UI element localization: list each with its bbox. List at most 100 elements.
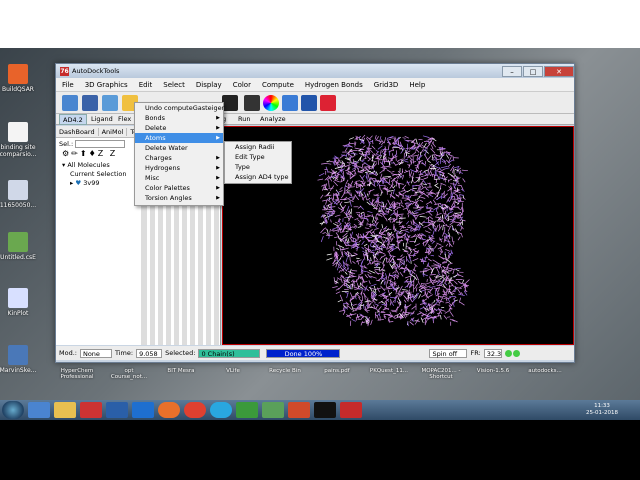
- tab-analyze[interactable]: Analyze: [257, 114, 289, 125]
- menu-color[interactable]: Color: [233, 81, 251, 89]
- atoms-menu-item-edit-type[interactable]: Edit Type: [225, 152, 291, 162]
- word-icon[interactable]: [106, 402, 128, 418]
- display-icon[interactable]: [244, 95, 260, 111]
- submenu-arrow-icon: ▶: [216, 175, 220, 181]
- edit-menu-item-misc[interactable]: Misc ▶: [135, 173, 223, 183]
- menu-3d-graphics[interactable]: 3D Graphics: [85, 81, 128, 89]
- atoms-menu-item-type[interactable]: Type: [225, 162, 291, 172]
- menu-grid3d[interactable]: Grid3D: [374, 81, 399, 89]
- menu-hydrogen-bonds[interactable]: Hydrogen Bonds: [305, 81, 363, 89]
- edit-menu-item-hydrogens[interactable]: Hydrogens ▶: [135, 163, 223, 173]
- menu-edit[interactable]: Edit: [139, 81, 153, 89]
- menu-select[interactable]: Select: [163, 81, 185, 89]
- atoms-menu-item-assign-ad4-type[interactable]: Assign AD4 type: [225, 172, 291, 182]
- submenu-arrow-icon: ▶: [216, 185, 220, 191]
- tab-ligand[interactable]: Ligand: [88, 114, 116, 125]
- submenu-arrow-icon: ▶: [216, 115, 220, 121]
- menubar: File 3D Graphics Edit Select Display Color Com…: [56, 78, 574, 92]
- explorer-icon[interactable]: [54, 402, 76, 418]
- autodocktools-window: 76 AutoDockTools – □ ✕ File 3D Graphics Ed…: [55, 63, 575, 363]
- edit-menu-item-atoms[interactable]: Atoms ▶: [135, 133, 223, 143]
- ie2-icon[interactable]: [132, 402, 154, 418]
- tab-ad42[interactable]: AD4.2: [59, 114, 87, 125]
- desktop-shortcut-label[interactable]: pains.pdf: [315, 368, 359, 398]
- skype-icon[interactable]: [210, 402, 232, 418]
- spin-select[interactable]: Spin off: [429, 348, 468, 358]
- desktop-icon[interactable]: Untitled.csE: [0, 232, 40, 261]
- mod-label: Mod.:: [59, 349, 77, 357]
- hydrogen-icon[interactable]: [282, 95, 298, 111]
- letterbox-bottom: [0, 420, 640, 480]
- sel-input[interactable]: [75, 140, 126, 148]
- desktop-icon[interactable]: binding site comparsio...: [0, 122, 40, 158]
- atoms-menu-item-assign-radii[interactable]: Assign Radii: [225, 142, 291, 152]
- tab-dashboard[interactable]: DashBoard: [56, 127, 99, 136]
- menu-file[interactable]: File: [62, 81, 74, 89]
- time-value: 9.058: [136, 348, 163, 358]
- tab-flex[interactable]: Flex: [115, 114, 134, 125]
- powerpoint-icon[interactable]: [288, 402, 310, 418]
- maximize-button[interactable]: □: [523, 65, 543, 77]
- edit-menu-item-delete[interactable]: Delete ▶: [135, 123, 223, 133]
- app-icon: [8, 232, 28, 252]
- edit-menu-item-delete-water[interactable]: Delete Water: [135, 143, 223, 153]
- edit-menu: Undo computeGasteiger Bonds ▶ Delete ▶ Atoms ▶…: [134, 102, 224, 206]
- close-button[interactable]: ✕: [544, 65, 574, 77]
- molecule-icon[interactable]: [320, 95, 336, 111]
- desktop-shortcut-label[interactable]: Recycle Bin: [263, 368, 307, 398]
- save-icon[interactable]: [82, 95, 98, 111]
- camtasia-icon[interactable]: [236, 402, 258, 418]
- edit-menu-item-charges[interactable]: Charges ▶: [135, 153, 223, 163]
- edit-menu-item-color-palettes[interactable]: Color Palettes ▶: [135, 183, 223, 193]
- minimize-button[interactable]: –: [502, 65, 522, 77]
- desktop-shortcut-label[interactable]: PKQuest_11...: [367, 368, 411, 398]
- desktop-shortcut-label[interactable]: MOPAC201... - Shortcut: [419, 368, 463, 398]
- desktop-icon[interactable]: MarvinSke...: [0, 345, 40, 374]
- selected-value: 0 Chain(s): [198, 348, 261, 358]
- edit-menu-item-bonds[interactable]: Bonds ▶: [135, 113, 223, 123]
- start-button[interactable]: [2, 401, 24, 419]
- cmd-icon[interactable]: [314, 402, 336, 418]
- tab-animol[interactable]: AniMol: [99, 127, 128, 136]
- color-wheel-icon[interactable]: [263, 95, 279, 111]
- app-icon: [8, 64, 28, 84]
- undo-icon[interactable]: [102, 95, 118, 111]
- menu-display[interactable]: Display: [196, 81, 222, 89]
- glasses-icon[interactable]: [301, 95, 317, 111]
- title-bar: 76 AutoDockTools – □ ✕: [56, 64, 574, 78]
- open-icon[interactable]: [62, 95, 78, 111]
- mod-value: None: [79, 348, 112, 358]
- chrome-icon[interactable]: [184, 402, 206, 418]
- fr-value: 32.3: [483, 348, 502, 358]
- camtasia2-icon[interactable]: [262, 402, 284, 418]
- tab-run[interactable]: Run: [235, 114, 253, 125]
- desktop-shortcut-label[interactable]: VLife: [211, 368, 255, 398]
- submenu-arrow-icon: ▶: [216, 195, 220, 201]
- desktop-icon[interactable]: 11650050...: [0, 180, 40, 209]
- desktop-shortcut-label[interactable]: Vision-1.5.6: [471, 368, 515, 398]
- app-icon: [8, 288, 28, 308]
- clock[interactable]: 11:33 25-01-2018: [586, 403, 618, 417]
- taskbar: 11:33 25-01-2018: [0, 400, 640, 420]
- submenu-arrow-icon: ▶: [216, 135, 220, 141]
- fr-label: FR:: [470, 349, 481, 357]
- tk-taskbar-icon[interactable]: [340, 402, 362, 418]
- edit-menu-item-torsion-angles[interactable]: Torsion Angles ▶: [135, 193, 223, 203]
- menu-compute[interactable]: Compute: [262, 81, 294, 89]
- desktop-shortcut-label[interactable]: autodocks...: [523, 368, 567, 398]
- desktop-shortcut-label[interactable]: HyperChem Professional: [55, 368, 99, 398]
- app-icon: [8, 180, 28, 200]
- desktop-icon[interactable]: BuildQSAR: [0, 64, 40, 93]
- desktop-shortcut-label[interactable]: BIT Mesra: [159, 368, 203, 398]
- firefox-icon[interactable]: [158, 402, 180, 418]
- ie-icon[interactable]: [28, 402, 50, 418]
- tk-logo-icon: 76: [60, 66, 69, 76]
- menu-help[interactable]: Help: [409, 81, 425, 89]
- status-light-icon-2: [512, 349, 520, 357]
- desktop-icon[interactable]: KinPlot: [0, 288, 40, 317]
- edit-menu-item-undo-computegasteiger[interactable]: Undo computeGasteiger: [135, 103, 224, 113]
- media-icon[interactable]: [80, 402, 102, 418]
- time-label: Time:: [114, 349, 134, 357]
- lines-icon[interactable]: [222, 95, 238, 111]
- desktop-shortcut-label[interactable]: opt Course_not...: [107, 368, 151, 398]
